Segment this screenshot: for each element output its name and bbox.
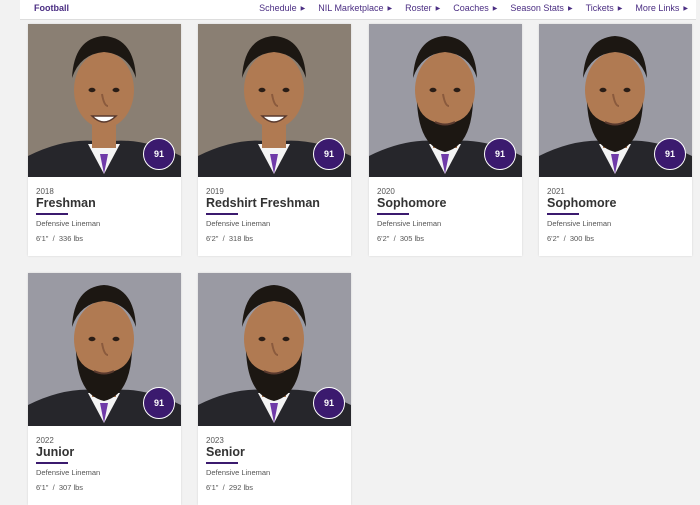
season-year: 2018 xyxy=(36,187,54,196)
player-height: 6'2" xyxy=(547,234,560,243)
stats-separator: / xyxy=(52,234,55,243)
accent-divider xyxy=(206,462,238,464)
caret-right-icon: ▶ xyxy=(300,5,306,12)
caret-right-icon: ▶ xyxy=(567,5,573,12)
nav-tickets[interactable]: Tickets ▶ xyxy=(586,3,623,13)
player-weight: 300 lbs xyxy=(569,234,595,243)
player-position: Defensive Lineman xyxy=(36,468,101,477)
height-weight: 6'2" / 300 lbs xyxy=(547,234,594,243)
nav-tickets-label: Tickets xyxy=(585,3,614,13)
top-navigation: Football Schedule ▶ NIL Marketplace ▶ Rost… xyxy=(20,0,696,20)
stats-separator: / xyxy=(222,234,225,243)
caret-right-icon: ▶ xyxy=(683,5,688,12)
player-weight: 292 lbs xyxy=(228,483,254,492)
player-height: 6'2" xyxy=(377,234,390,243)
caret-right-icon: ▶ xyxy=(387,5,393,12)
player-weight: 305 lbs xyxy=(399,234,425,243)
player-height: 6'1" xyxy=(36,483,49,492)
player-weight: 307 lbs xyxy=(58,483,84,492)
nav-coaches-label: Coaches xyxy=(453,3,489,13)
jersey-number-badge: 91 xyxy=(313,387,345,419)
player-weight: 318 lbs xyxy=(228,234,254,243)
roster-card[interactable]: 91 2020 Sophomore Defensive Lineman 6'2"… xyxy=(369,24,522,256)
nav-more-links-label: More Links xyxy=(635,3,680,13)
jersey-number-badge: 91 xyxy=(143,138,175,170)
nav-nil-marketplace[interactable]: NIL Marketplace ▶ xyxy=(318,3,392,13)
nav-coaches[interactable]: Coaches ▶ xyxy=(453,3,497,13)
jersey-number-badge: 91 xyxy=(484,138,516,170)
caret-right-icon: ▶ xyxy=(492,5,498,12)
height-weight: 6'1" / 292 lbs xyxy=(206,483,253,492)
player-height: 6'2" xyxy=(206,234,219,243)
stats-separator: / xyxy=(393,234,396,243)
roster-card[interactable]: 91 2019 Redshirt Freshman Defensive Line… xyxy=(198,24,351,256)
season-year: 2023 xyxy=(206,436,224,445)
stats-separator: / xyxy=(563,234,566,243)
caret-right-icon: ▶ xyxy=(435,5,441,12)
height-weight: 6'2" / 305 lbs xyxy=(377,234,424,243)
height-weight: 6'1" / 336 lbs xyxy=(36,234,83,243)
nav-season-stats[interactable]: Season Stats ▶ xyxy=(510,3,572,13)
nav-more-links[interactable]: More Links ▶ xyxy=(635,3,688,13)
player-height: 6'1" xyxy=(36,234,49,243)
season-year: 2022 xyxy=(36,436,54,445)
nav-links: Schedule ▶ NIL Marketplace ▶ Roster ▶ Coach… xyxy=(259,3,688,13)
roster-card[interactable]: 91 2022 Junior Defensive Lineman 6'1" / … xyxy=(28,273,181,505)
player-position: Defensive Lineman xyxy=(206,468,271,477)
season-year: 2019 xyxy=(206,187,224,196)
player-position: Defensive Lineman xyxy=(206,219,271,228)
player-class: Sophomore xyxy=(547,196,617,210)
nav-nil-label: NIL Marketplace xyxy=(318,3,384,13)
jersey-number-badge: 91 xyxy=(313,138,345,170)
height-weight: 6'1" / 307 lbs xyxy=(36,483,83,492)
jersey-number-badge: 91 xyxy=(143,387,175,419)
accent-divider xyxy=(547,213,579,215)
accent-divider xyxy=(377,213,409,215)
player-position: Defensive Lineman xyxy=(36,219,101,228)
player-class: Sophomore xyxy=(377,196,447,210)
player-height: 6'1" xyxy=(206,483,219,492)
accent-divider xyxy=(206,213,238,215)
stats-separator: / xyxy=(52,483,55,492)
season-year: 2020 xyxy=(377,187,395,196)
jersey-number-badge: 91 xyxy=(654,138,686,170)
stats-separator: / xyxy=(222,483,225,492)
roster-card[interactable]: 91 2018 Freshman Defensive Lineman 6'1" … xyxy=(28,24,181,256)
player-class: Redshirt Freshman xyxy=(206,196,320,210)
player-position: Defensive Lineman xyxy=(547,219,612,228)
height-weight: 6'2" / 318 lbs xyxy=(206,234,253,243)
player-position: Defensive Lineman xyxy=(377,219,442,228)
player-class: Junior xyxy=(36,445,75,459)
nav-season-stats-label: Season Stats xyxy=(510,3,564,13)
season-year: 2021 xyxy=(547,187,565,196)
nav-roster[interactable]: Roster ▶ xyxy=(405,3,440,13)
player-class: Senior xyxy=(206,445,245,459)
roster-card[interactable]: 91 2021 Sophomore Defensive Lineman 6'2"… xyxy=(539,24,692,256)
player-weight: 336 lbs xyxy=(58,234,84,243)
brand-link[interactable]: Football xyxy=(34,3,69,13)
accent-divider xyxy=(36,462,68,464)
player-class: Freshman xyxy=(36,196,96,210)
roster-card[interactable]: 91 2023 Senior Defensive Lineman 6'1" / … xyxy=(198,273,351,505)
nav-schedule[interactable]: Schedule ▶ xyxy=(259,3,305,13)
nav-roster-label: Roster xyxy=(405,3,432,13)
accent-divider xyxy=(36,213,68,215)
caret-right-icon: ▶ xyxy=(617,5,623,12)
nav-schedule-label: Schedule xyxy=(259,3,297,13)
